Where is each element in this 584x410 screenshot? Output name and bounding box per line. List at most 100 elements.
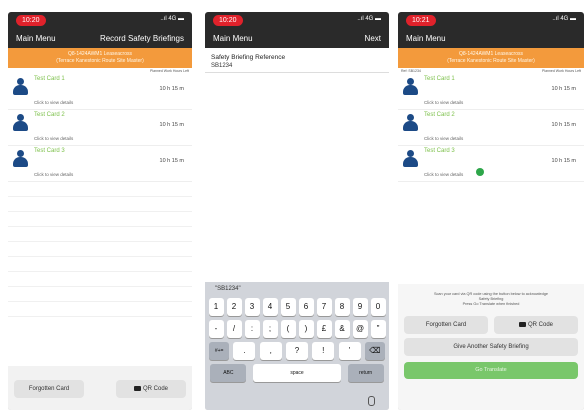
user-icon bbox=[402, 150, 418, 168]
qr-code-label: QR Code bbox=[527, 322, 553, 328]
scan-instructions: Scan your card via QR code using the but… bbox=[398, 284, 584, 307]
card-hours: 10 h 15 m bbox=[551, 122, 576, 128]
status-time: 10:20 bbox=[16, 15, 46, 26]
key[interactable]: @ bbox=[352, 320, 368, 338]
give-another-briefing-button[interactable]: Give Another Safety Briefing bbox=[404, 338, 578, 356]
status-time: 10:21 bbox=[406, 15, 436, 26]
card-row[interactable]: Test Card 3 10 h 15 m Click to view deta… bbox=[398, 146, 584, 182]
card-details-link[interactable]: Click to view details bbox=[34, 172, 73, 177]
forgotten-card-label: Forgotten Card bbox=[28, 386, 70, 392]
key[interactable]: ) bbox=[298, 320, 314, 338]
key[interactable]: : bbox=[244, 320, 260, 338]
key[interactable]: 8 bbox=[334, 298, 350, 316]
key[interactable]: , bbox=[259, 342, 282, 360]
key[interactable]: 1 bbox=[208, 298, 224, 316]
return-key[interactable]: return bbox=[347, 364, 384, 382]
main-menu-button[interactable]: Main Menu bbox=[16, 34, 56, 43]
keyboard-row-bottom: ABC space return bbox=[205, 362, 389, 384]
key[interactable]: ; bbox=[262, 320, 278, 338]
key[interactable]: & bbox=[334, 320, 350, 338]
card-name: Test Card 1 bbox=[34, 76, 65, 82]
user-icon bbox=[402, 78, 418, 96]
qr-code-button[interactable]: QR Code bbox=[494, 316, 578, 334]
space-key[interactable]: space bbox=[252, 364, 341, 382]
site-banner: Q8-1424AWM1 Leaseacross (Terrace Kanesto… bbox=[8, 48, 192, 68]
card-list: Ref: SB1234 Planned Work Hours Left Test… bbox=[398, 68, 584, 410]
card-row[interactable]: Test Card 2 10 h 15 m Click to view deta… bbox=[398, 110, 584, 146]
scanned-indicator-icon bbox=[476, 168, 484, 176]
key[interactable]: 9 bbox=[352, 298, 368, 316]
signal-battery-icon: ..ıl 4G ▬ bbox=[160, 16, 184, 22]
banner-line-1: Q8-1424AWM1 Leaseacross bbox=[67, 51, 132, 57]
reference-input[interactable]: SB1234 bbox=[205, 63, 389, 73]
card-details-link[interactable]: Click to view details bbox=[34, 136, 73, 141]
key[interactable]: ? bbox=[285, 342, 308, 360]
card-details-link[interactable]: Click to view details bbox=[424, 172, 463, 177]
reference-form: Safety Briefing Reference SB1234 "SB1234… bbox=[205, 48, 389, 410]
nav-bar: Main Menu bbox=[398, 28, 584, 48]
bottom-actions: Scan your card via QR code using the but… bbox=[398, 284, 584, 410]
card-list: Planned Work Hours Left Test Card 1 10 h… bbox=[8, 68, 192, 410]
backspace-icon[interactable]: ⌫ bbox=[364, 342, 385, 360]
qr-code-button[interactable]: QR Code bbox=[116, 380, 186, 398]
screen-briefing-reference: 10:20 ..ıl 4G ▬ Main Menu Next Safety Br… bbox=[205, 12, 389, 410]
camera-icon bbox=[518, 321, 526, 327]
card-hours: 10 h 15 m bbox=[159, 122, 184, 128]
key[interactable]: " bbox=[370, 320, 386, 338]
card-details-link[interactable]: Click to view details bbox=[34, 100, 73, 105]
card-hours: 10 h 15 m bbox=[551, 86, 576, 92]
site-banner: Q8-1424AWM1 Leaseacross (Terrace Kanesto… bbox=[398, 48, 584, 68]
record-safety-briefings-button[interactable]: Record Safety Briefings bbox=[100, 34, 184, 43]
main-menu-button[interactable]: Main Menu bbox=[406, 34, 446, 43]
user-icon bbox=[12, 150, 28, 168]
card-row[interactable]: Test Card 1 10 h 15 m Click to view deta… bbox=[8, 74, 192, 110]
keyboard-suggestion[interactable]: "SB1234" bbox=[205, 282, 389, 296]
go-translate-button[interactable]: Go Translate bbox=[404, 362, 578, 379]
card-hours: 10 h 15 m bbox=[551, 158, 576, 164]
column-hours-left: Planned Work Hours Left bbox=[149, 69, 189, 73]
card-row[interactable]: Test Card 1 10 h 15 m Click to view deta… bbox=[398, 74, 584, 110]
key[interactable]: ! bbox=[312, 342, 335, 360]
key[interactable]: 5 bbox=[280, 298, 296, 316]
card-row[interactable]: Test Card 3 10 h 15 m Click to view deta… bbox=[8, 146, 192, 182]
key[interactable]: ' bbox=[338, 342, 361, 360]
key[interactable]: 3 bbox=[244, 298, 260, 316]
shift-symbols-key[interactable]: #+= bbox=[209, 342, 230, 360]
give-another-label: Give Another Safety Briefing bbox=[453, 344, 529, 350]
forgotten-card-label: Forgotten Card bbox=[425, 322, 467, 328]
card-hours: 10 h 15 m bbox=[159, 86, 184, 92]
key[interactable]: £ bbox=[316, 320, 332, 338]
abc-key[interactable]: ABC bbox=[210, 364, 247, 382]
key[interactable]: - bbox=[208, 320, 224, 338]
next-button[interactable]: Next bbox=[365, 34, 381, 43]
card-name: Test Card 3 bbox=[34, 148, 65, 154]
forgotten-card-button[interactable]: Forgotten Card bbox=[14, 380, 84, 398]
main-menu-button[interactable]: Main Menu bbox=[213, 34, 253, 43]
reference-label: Safety Briefing Reference bbox=[211, 54, 286, 61]
key[interactable]: . bbox=[233, 342, 256, 360]
card-details-link[interactable]: Click to view details bbox=[424, 100, 463, 105]
nav-bar: Main Menu Record Safety Briefings bbox=[8, 28, 192, 48]
key[interactable]: 7 bbox=[316, 298, 332, 316]
user-icon bbox=[12, 114, 28, 132]
key[interactable]: 2 bbox=[226, 298, 242, 316]
screen-briefing-scan: 10:21 ..ıl 4G ▬ Main Menu Q8-1424AWM1 Le… bbox=[398, 12, 584, 410]
screen-record-briefings: 10:20 ..ıl 4G ▬ Main Menu Record Safety … bbox=[8, 12, 192, 410]
microphone-icon[interactable] bbox=[368, 396, 375, 406]
key[interactable]: 4 bbox=[262, 298, 278, 316]
status-bar: 10:20 ..ıl 4G ▬ bbox=[8, 12, 192, 28]
key[interactable]: ( bbox=[280, 320, 296, 338]
card-hours: 10 h 15 m bbox=[159, 158, 184, 164]
forgotten-card-button[interactable]: Forgotten Card bbox=[404, 316, 488, 334]
key[interactable]: 0 bbox=[370, 298, 386, 316]
keyboard-row-numbers: 1 2 3 4 5 6 7 8 9 0 bbox=[205, 296, 389, 318]
keyboard: "SB1234" 1 2 3 4 5 6 7 8 9 0 - / : ; ( )… bbox=[205, 282, 389, 410]
key[interactable]: / bbox=[226, 320, 242, 338]
card-details-link[interactable]: Click to view details bbox=[424, 136, 463, 141]
card-row[interactable]: Test Card 2 10 h 15 m Click to view deta… bbox=[8, 110, 192, 146]
key[interactable]: 6 bbox=[298, 298, 314, 316]
bottom-actions: Forgotten Card QR Code bbox=[8, 366, 192, 410]
banner-line-1: Q8-1424AWM1 Leaseacross bbox=[458, 51, 523, 57]
signal-battery-icon: ..ıl 4G ▬ bbox=[552, 16, 576, 22]
nav-bar: Main Menu Next bbox=[205, 28, 389, 48]
